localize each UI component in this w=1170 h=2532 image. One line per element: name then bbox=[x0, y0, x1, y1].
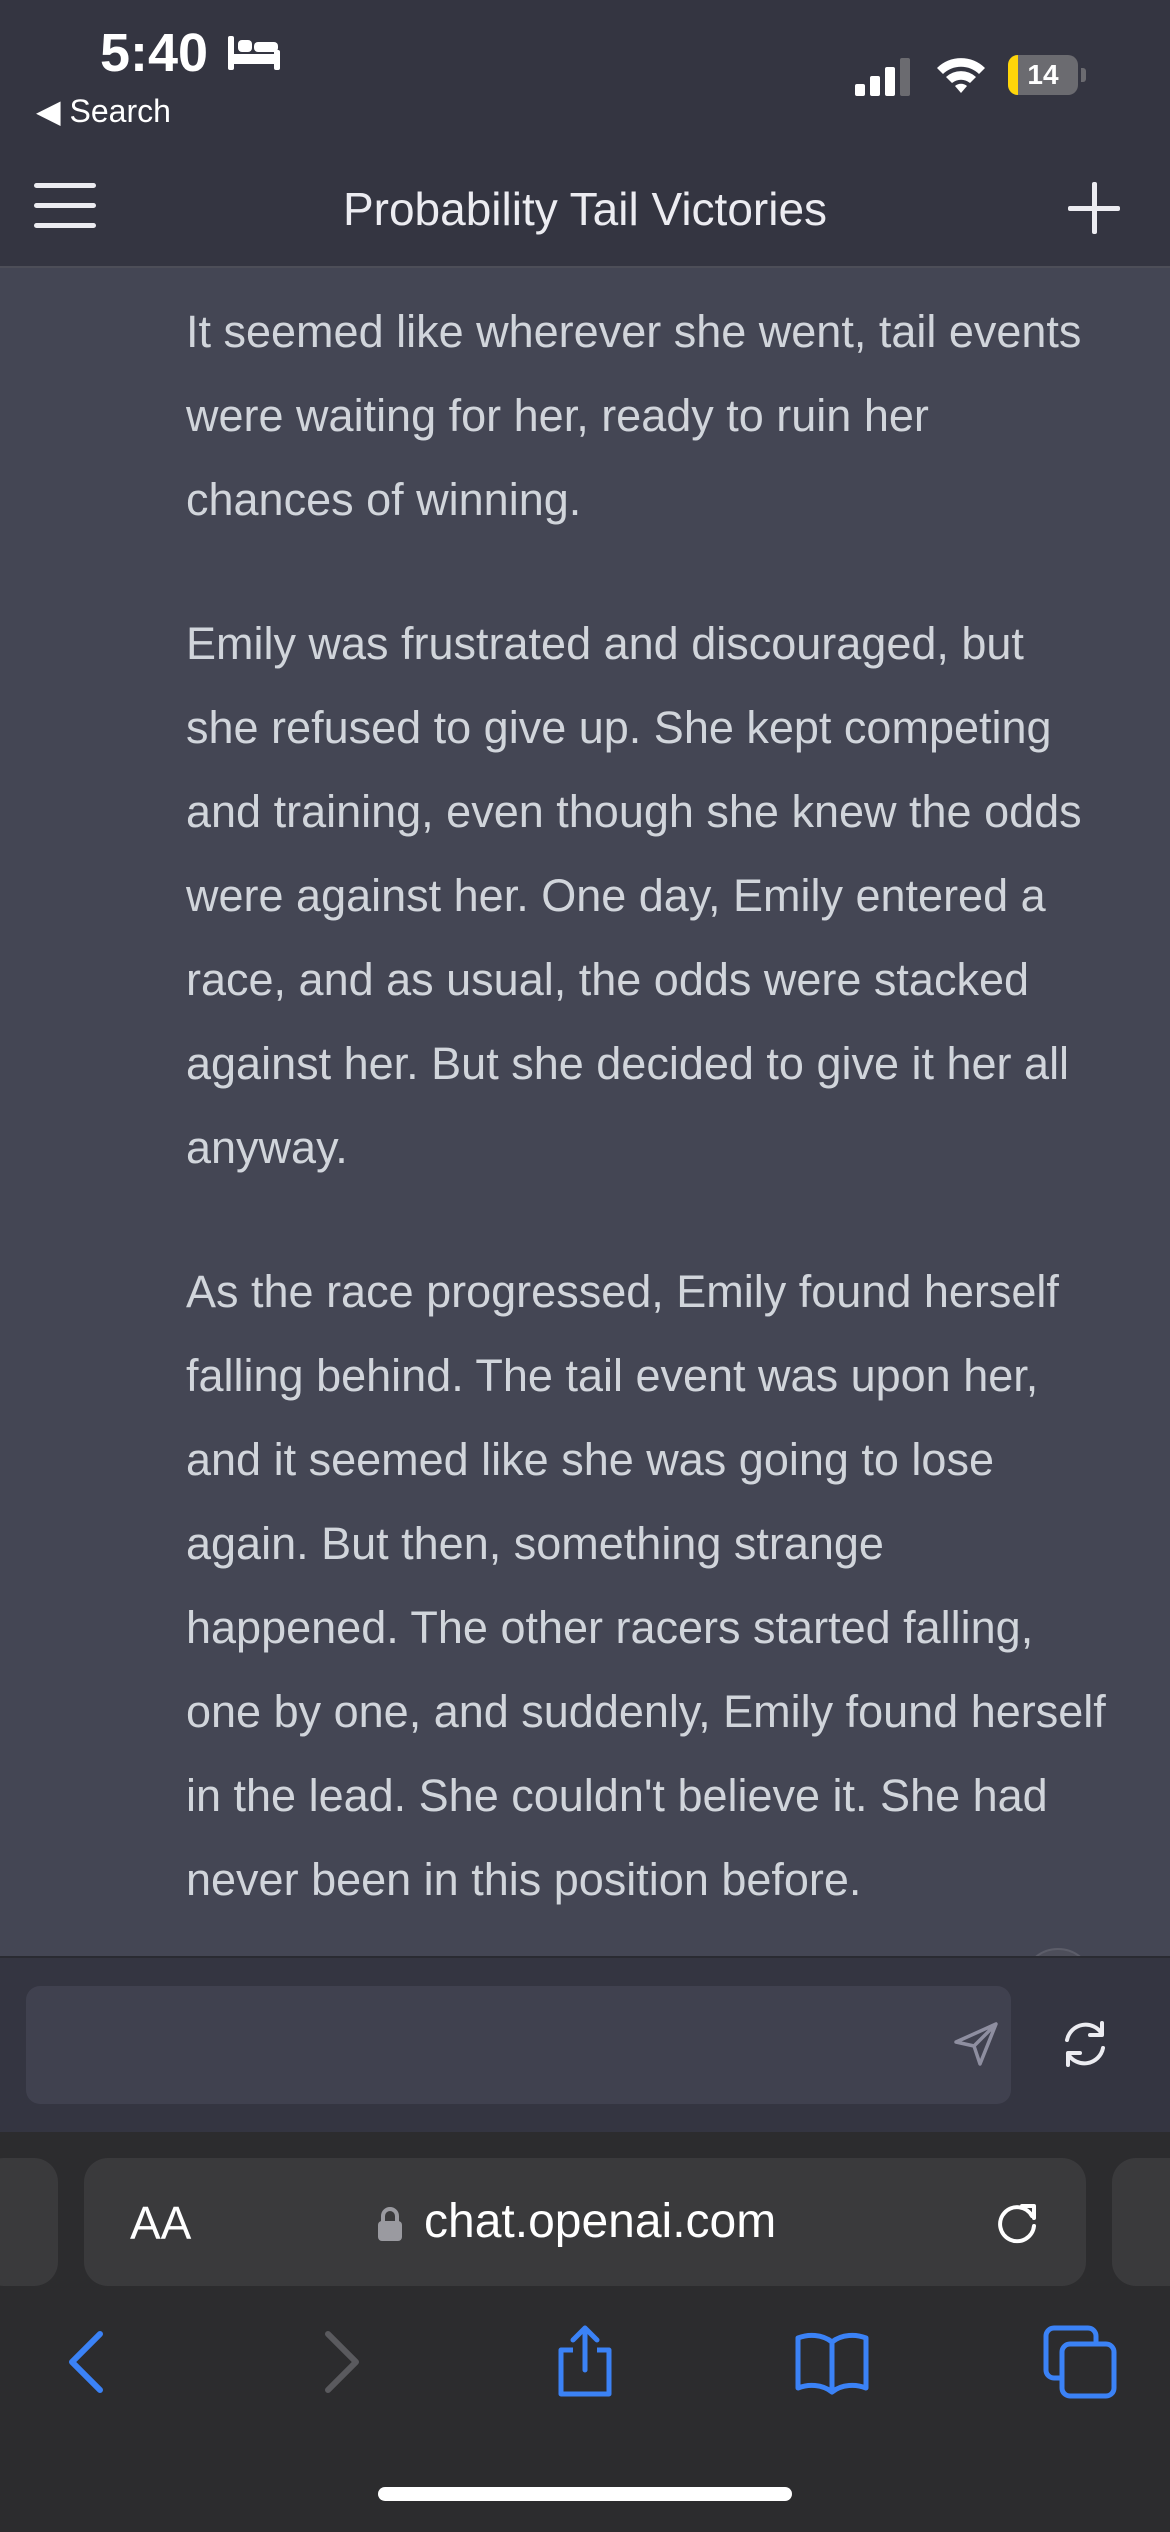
address-bar[interactable]: AA chat.openai.com bbox=[84, 2158, 1086, 2286]
share-icon[interactable] bbox=[545, 2322, 625, 2402]
tabs-icon[interactable] bbox=[1040, 2322, 1120, 2402]
message-paragraph: As the race progressed, Emily found hers… bbox=[186, 1266, 1106, 1905]
previous-tab-pill[interactable] bbox=[0, 2158, 58, 2286]
cellular-signal-icon bbox=[855, 58, 910, 96]
page-title: Probability Tail Victories bbox=[342, 183, 828, 235]
reader-options-button[interactable]: AA bbox=[130, 2196, 191, 2250]
forward-chevron-icon[interactable] bbox=[300, 2322, 380, 2402]
next-tab-pill[interactable] bbox=[1112, 2158, 1170, 2286]
message-paragraph: Emily was frustrated and discouraged, bu… bbox=[186, 618, 1082, 1173]
url-text[interactable]: chat.openai.com bbox=[424, 2194, 776, 2249]
send-icon[interactable] bbox=[946, 2014, 1006, 2074]
status-bar: 5:40 ◀ Search 14 bbox=[0, 0, 1170, 140]
bed-icon bbox=[228, 36, 280, 70]
wifi-icon bbox=[937, 58, 985, 93]
message-paragraph: It seemed like wherever she went, tail e… bbox=[186, 306, 1082, 525]
reload-icon[interactable] bbox=[992, 2198, 1044, 2250]
back-to-search[interactable]: ◀ Search bbox=[36, 92, 171, 130]
home-indicator bbox=[378, 2487, 792, 2501]
composer-bar bbox=[0, 1956, 1170, 2134]
browser-toolbar: AA chat.openai.com bbox=[0, 2132, 1170, 2532]
bookmarks-icon[interactable] bbox=[792, 2322, 872, 2402]
regenerate-icon[interactable] bbox=[1055, 2014, 1115, 2074]
lock-icon bbox=[378, 2207, 402, 2241]
message-area[interactable]: It seemed like wherever she went, tail e… bbox=[0, 268, 1170, 1956]
message-input[interactable] bbox=[26, 1986, 1011, 2104]
chat-header: Probability Tail Victories bbox=[0, 140, 1170, 268]
new-chat-plus-icon[interactable] bbox=[1068, 182, 1120, 234]
battery-level: 14 bbox=[1027, 59, 1059, 90]
scroll-to-bottom-button[interactable] bbox=[1022, 1948, 1094, 1956]
status-time: 5:40 bbox=[100, 23, 209, 83]
battery-indicator: 14 bbox=[1008, 55, 1088, 97]
back-chevron-icon[interactable] bbox=[48, 2322, 128, 2402]
